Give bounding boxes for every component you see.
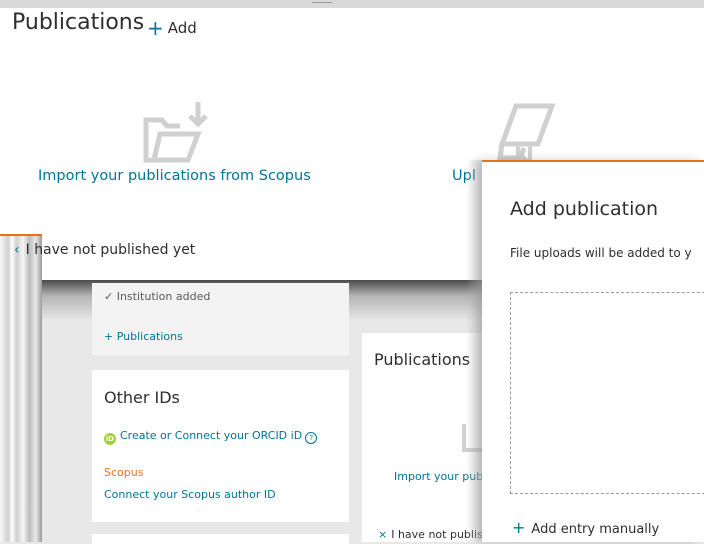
other-ids-title: Other IDs: [104, 388, 180, 407]
add-entry-manually-button[interactable]: + Add entry manually: [512, 518, 659, 537]
help-icon[interactable]: ?: [305, 432, 318, 444]
next-card: [92, 534, 349, 544]
modal-note: File uploads will be added to y: [510, 246, 692, 260]
modal-shadow: [466, 160, 482, 542]
top-fragment: [312, 0, 332, 3]
modal-accent-line: [482, 160, 704, 162]
file-dropzone[interactable]: [510, 292, 704, 494]
connect-scopus-link[interactable]: Connect your Scopus author ID: [104, 488, 276, 501]
scopus-label: Scopus: [104, 466, 144, 479]
orcid-connect-link[interactable]: iD Create or Connect your ORCID iD?: [104, 429, 318, 445]
orcid-icon: iD: [104, 433, 116, 445]
orcid-label: Create or Connect your ORCID iD: [120, 429, 303, 442]
publications-card-title: Publications: [374, 350, 471, 369]
institution-added-status: ✓ Institution added: [104, 290, 211, 303]
close-icon: ‹: [14, 242, 20, 258]
left-blurred-pane: [0, 234, 42, 542]
orange-accent-line: [0, 234, 42, 236]
add-publications-link[interactable]: + Publications: [104, 330, 183, 343]
upload-document-icon: [497, 103, 556, 168]
folder-import-icon: [143, 102, 208, 163]
close-icon: ×: [378, 528, 388, 541]
top-strip: [0, 0, 704, 8]
not-published-option[interactable]: ‹ I have not published yet: [14, 242, 195, 258]
add-publication-button[interactable]: + Add: [147, 14, 197, 40]
page-title: Publications: [12, 10, 145, 35]
modal-title: Add publication: [510, 198, 659, 220]
not-published-label: I have not published yet: [25, 242, 196, 258]
import-scopus-link[interactable]: Import your publications from Scopus: [38, 168, 311, 184]
add-label: Add: [167, 19, 197, 37]
plus-icon: +: [512, 518, 526, 537]
plus-icon: +: [147, 16, 164, 40]
manual-entry-label: Add entry manually: [531, 522, 660, 537]
